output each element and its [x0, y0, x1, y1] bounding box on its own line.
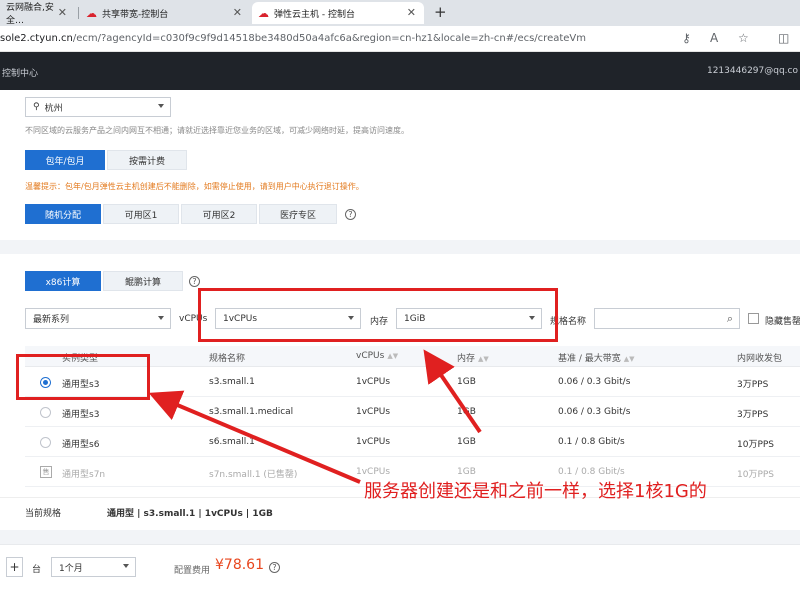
- annotation-arrows: [148, 349, 482, 484]
- annotation-arrow-up: [423, 349, 482, 434]
- annotation-text: 服务器创建还是和之前一样，选择1核1G的: [364, 481, 707, 502]
- annotation-arrow-left: [148, 390, 361, 484]
